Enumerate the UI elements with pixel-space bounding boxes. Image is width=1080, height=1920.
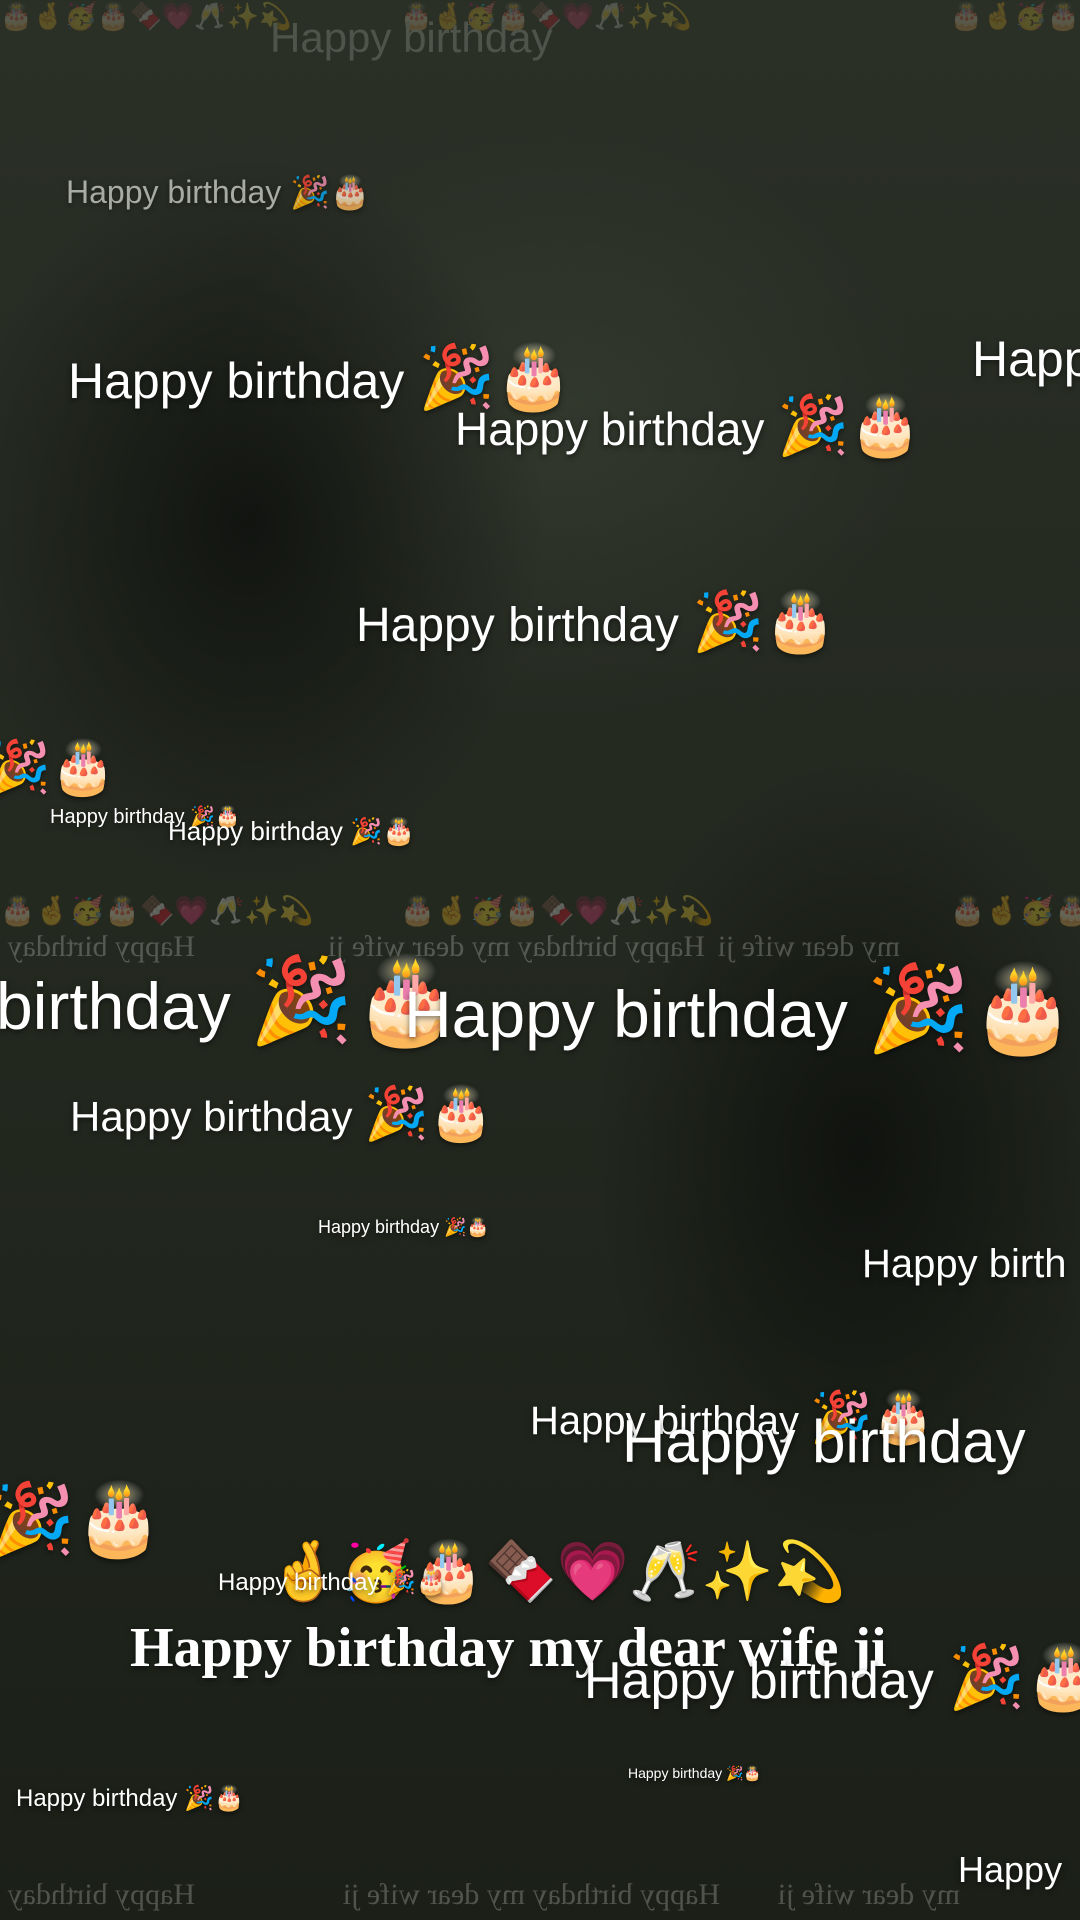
party-cake-icon: 🎉🎂 (726, 1766, 761, 1782)
floating-greeting-6: Happy birthday 🎉🎂 (168, 818, 415, 845)
floating-greeting-partial-right: Happ (972, 334, 1080, 384)
greeting-text: Happy birthday (455, 403, 765, 455)
greeting-text: Happy birthday (318, 1217, 440, 1237)
middle-emoji-strip-left: 🎂🤞🥳🎂🍫💗🥂✨💫 (0, 894, 314, 927)
top-overlay-band: 🎂🤞🥳🎂🍫💗🥂✨💫 🎂🤞🥳🎂🍫💗🥂✨💫 🎂🤞🥳🎂🍫💗🥂✨💫 Happy birt… (0, 0, 1080, 62)
floating-greeting-partial-bottom: Happy (958, 1852, 1062, 1888)
greeting-partial-text: birthday (0, 969, 231, 1043)
party-cake-icon: 🎉🎂 (350, 817, 415, 847)
greeting-text: Happy birthday (622, 1408, 1026, 1475)
greeting-text: Happy birthday (50, 806, 185, 828)
greeting-text: Happy birthday (68, 353, 405, 409)
floating-greeting-13: Happy birthday 🎉🎂 (16, 1786, 244, 1811)
party-cake-icon: 🎉🎂 (866, 959, 1076, 1057)
bottom-mirrored-right: my dear wife ji (777, 1878, 960, 1911)
floating-greeting-4: Happy birthday 🎉🎂 (356, 592, 837, 650)
greeting-partial-text: Happy (958, 1849, 1063, 1890)
party-cake-icon: 🎉🎂 (364, 1084, 494, 1144)
bottom-mirrored-center: Happy birthday my dear wife ji (342, 1878, 720, 1911)
party-cake-icon: 🎉🎂 (948, 1640, 1080, 1713)
floating-greeting-1: Happy birthday 🎉🎂 (66, 176, 370, 208)
middle-emoji-strip-center: 🎂🤞🥳🎂🍫💗🥂✨💫 (400, 894, 714, 927)
floating-greeting-large-left: birthday 🎉🎂 (0, 958, 458, 1042)
greeting-text: Happy birthday (628, 1765, 723, 1781)
top-emoji-strip-right: 🎂🤞🥳🎂🍫💗🥂✨💫 (950, 2, 1080, 32)
floating-greeting-large-bottom-right: Happy birthday (622, 1412, 1026, 1472)
party-cake-icon: 🎉🎂 (184, 1784, 244, 1812)
floating-greeting-12: Happy birthday 🎉🎂 (628, 1766, 761, 1781)
top-emoji-strip-center: 🎂🤞🥳🎂🍫💗🥂✨💫 (400, 2, 692, 32)
floating-emoji-left: 🎉🎂 (0, 742, 116, 794)
party-cake-icon: 🎉🎂 (444, 1217, 489, 1238)
greeting-text: Happy birthday (66, 174, 282, 210)
top-emoji-strip-left: 🎂🤞🥳🎂🍫💗🥂✨💫 (0, 2, 292, 32)
greeting-text: Happy birthday (218, 1569, 380, 1596)
floating-greeting-8: Happy birthday 🎉🎂 (318, 1218, 489, 1237)
party-cake-icon: 🎉🎂 (777, 391, 922, 459)
greeting-partial-text: Happ (972, 331, 1080, 387)
middle-emoji-strip-right: 🎂🤞🥳🎂🍫💗🥂✨💫 (950, 894, 1080, 927)
bottom-mirrored-left: Happy birthday (7, 1878, 195, 1911)
floating-greeting-large-right: Happy birthday 🎉🎂 (404, 966, 1075, 1050)
greeting-text: Happy birthday (584, 1652, 934, 1710)
greeting-text: Happy birthday (70, 1093, 353, 1140)
greeting-text: Happy birthday (404, 977, 848, 1051)
party-cake-icon: 🎉🎂 (386, 1568, 446, 1596)
floating-greeting-partial-right-2: Happy birth (862, 1244, 1067, 1284)
floating-greeting-11: Happy birthday 🎉🎂 (584, 1646, 1080, 1708)
greeting-text: Happy birthday (168, 816, 343, 846)
party-cake-icon: 🎉🎂 (0, 738, 116, 798)
top-faded-greeting: Happy birthday (270, 14, 553, 61)
party-cake-icon: 🎉🎂 (692, 587, 837, 655)
party-cake-icon: 🎉🎂 (0, 1478, 163, 1560)
floating-greeting-3: Happy birthday 🎉🎂 (455, 396, 922, 454)
bottom-overlay-band: my dear wife ji Happy birthday my dear w… (0, 1860, 1080, 1920)
greeting-text: Happy birthday (16, 1785, 178, 1812)
party-cake-icon: 🎉🎂 (290, 173, 370, 211)
greeting-partial-text: Happy birth (862, 1242, 1067, 1286)
floating-greeting-10: Happy birthday 🎉🎂 (218, 1570, 446, 1595)
greeting-text: Happy birthday (356, 599, 679, 652)
floating-emoji-left-2: 🎉🎂 (0, 1484, 162, 1554)
floating-greeting-7: Happy birthday 🎉🎂 (70, 1088, 494, 1140)
